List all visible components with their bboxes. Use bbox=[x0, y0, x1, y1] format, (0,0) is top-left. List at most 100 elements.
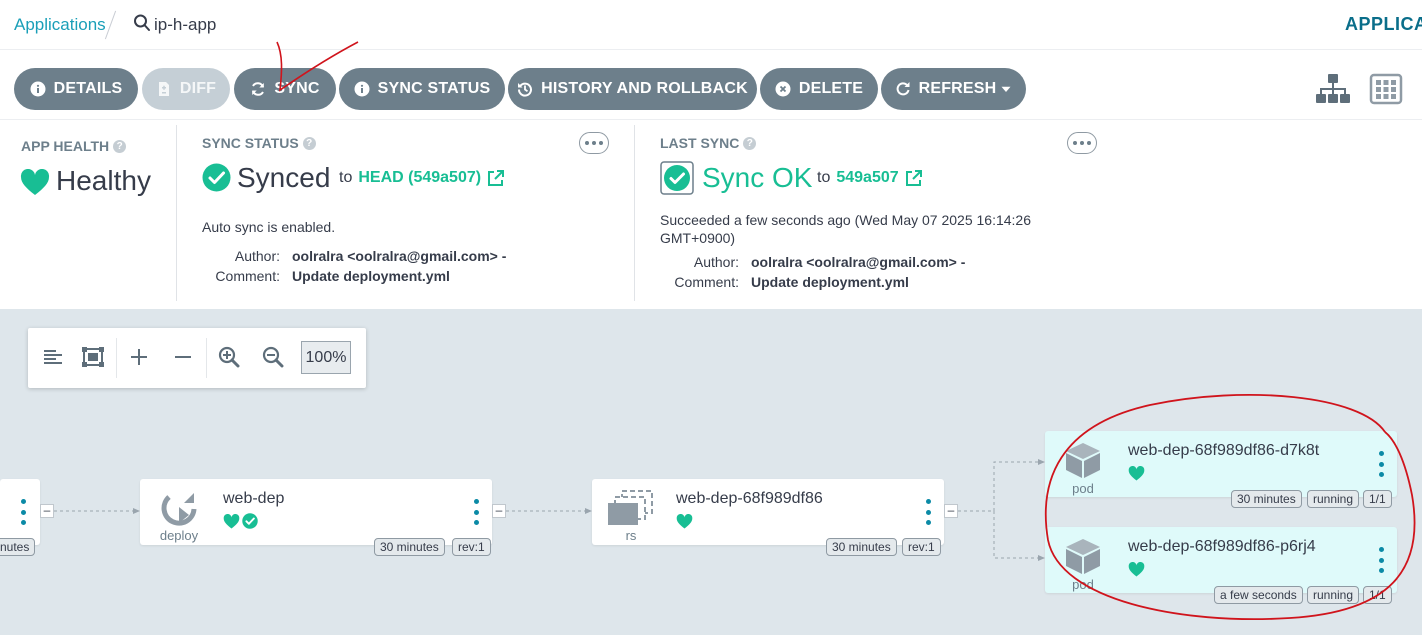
collapse-toggle[interactable]: – bbox=[492, 504, 506, 518]
last-sync-label: LAST SYNC ? bbox=[660, 135, 757, 151]
minus-icon bbox=[175, 356, 191, 358]
sync-status-value: Synced bbox=[237, 162, 331, 193]
comment-value: Update deployment.yml bbox=[751, 274, 909, 290]
heart-icon bbox=[1128, 466, 1145, 481]
last-sync-value: Sync OK bbox=[702, 162, 813, 193]
node-menu-icon[interactable] bbox=[19, 499, 27, 525]
info-icon bbox=[354, 81, 370, 97]
sync-button[interactable]: SYNC bbox=[234, 68, 336, 110]
diff-button[interactable]: DIFF bbox=[142, 68, 230, 110]
refresh-icon bbox=[896, 82, 910, 96]
node-name: web-dep-68f989df86-p6rj4 bbox=[1128, 538, 1316, 555]
tree-view-icon[interactable] bbox=[1315, 72, 1351, 106]
breadcrumb-applications-link[interactable]: Applications bbox=[14, 15, 106, 35]
app-health-label: APP HEALTH ? bbox=[21, 138, 127, 154]
external-link-icon[interactable] bbox=[487, 169, 505, 187]
caret-down-icon bbox=[1001, 86, 1011, 92]
history-icon bbox=[518, 82, 533, 97]
node-status-tag: running bbox=[1307, 490, 1360, 508]
resource-node-partial[interactable]: nutes bbox=[0, 479, 40, 556]
resource-node-deploy[interactable]: deploy web-dep 30 minutes rev:1 bbox=[140, 479, 492, 556]
collapse-toggle[interactable]: – bbox=[40, 504, 54, 518]
align-left-icon bbox=[44, 350, 62, 364]
close-circle-icon bbox=[775, 81, 791, 97]
zoom-toolbar: 100% bbox=[28, 328, 366, 388]
breadcrumb-app-name: ip-h-app bbox=[154, 15, 217, 34]
sync-label: SYNC bbox=[274, 80, 320, 97]
zoom-in-icon bbox=[218, 346, 240, 368]
check-square-icon bbox=[660, 161, 694, 195]
node-age-tag: 30 minutes bbox=[374, 538, 445, 556]
zoom-out-button[interactable] bbox=[260, 344, 286, 370]
app-health-label-text: APP HEALTH bbox=[21, 138, 110, 154]
zoom-level: 100% bbox=[301, 341, 351, 374]
resource-node-replicaset[interactable]: rs web-dep-68f989df86 30 minutes rev:1 bbox=[592, 479, 944, 556]
search-icon[interactable] bbox=[133, 13, 151, 33]
node-revision-tag: rev:1 bbox=[902, 538, 941, 556]
sync-revision-link[interactable]: HEAD (549a507) bbox=[358, 169, 481, 187]
pod-cube-icon bbox=[1066, 539, 1100, 574]
delete-label: DELETE bbox=[798, 80, 864, 97]
history-rollback-button[interactable]: HISTORY AND ROLLBACK bbox=[508, 68, 757, 110]
column-divider bbox=[176, 125, 177, 301]
sync-status-label-text: SYNC STATUS bbox=[202, 135, 299, 151]
node-menu-icon[interactable] bbox=[924, 499, 932, 525]
collapse-toggle[interactable]: – bbox=[944, 504, 958, 518]
grid-view-icon[interactable] bbox=[1368, 72, 1404, 106]
author-value: oolralra <oolralra@gmail.com> - bbox=[292, 248, 507, 264]
last-sync-revision-link[interactable]: 549a507 bbox=[836, 169, 898, 187]
sync-icon bbox=[252, 82, 265, 96]
comment-label: Comment: bbox=[674, 274, 739, 290]
node-age-tag: nutes bbox=[0, 538, 36, 556]
help-icon[interactable]: ? bbox=[302, 136, 316, 150]
succeeded-text-line2: GMT+0900) bbox=[660, 230, 736, 246]
toolbar-divider bbox=[206, 338, 207, 378]
author-value: oolralra <oolralra@gmail.com> - bbox=[751, 254, 966, 270]
fit-screen-button[interactable] bbox=[80, 344, 106, 370]
details-button[interactable]: DETAILS bbox=[14, 68, 138, 110]
sync-status-more-button[interactable] bbox=[579, 132, 609, 154]
last-sync-to-text: to bbox=[817, 169, 831, 186]
delete-button[interactable]: DELETE bbox=[760, 68, 878, 110]
plus-icon bbox=[131, 349, 147, 365]
node-menu-icon[interactable] bbox=[1377, 547, 1385, 573]
resource-tree-canvas[interactable]: 100% nutes – deploy web-dep 30 minutes r… bbox=[0, 309, 1422, 635]
node-name: web-dep bbox=[223, 490, 285, 507]
zoom-out-icon bbox=[262, 346, 284, 368]
resource-node-pod[interactable]: pod web-dep-68f989df86-d7k8t 30 minutes … bbox=[1045, 431, 1397, 508]
comment-value: Update deployment.yml bbox=[292, 268, 450, 284]
node-kind: pod bbox=[1072, 577, 1094, 592]
node-kind: pod bbox=[1072, 481, 1094, 496]
heart-icon bbox=[1128, 562, 1145, 577]
node-kind: rs bbox=[625, 528, 637, 543]
check-circle-icon bbox=[242, 513, 258, 529]
node-age-tag: a few seconds bbox=[1214, 586, 1303, 604]
status-panel: APP HEALTH ? Healthy SYNC STATUS ? Synce… bbox=[0, 121, 1422, 309]
comment-label: Comment: bbox=[215, 268, 280, 284]
zoom-in-button[interactable] bbox=[216, 344, 242, 370]
node-ready-tag: 1/1 bbox=[1363, 490, 1392, 508]
last-sync-more-button[interactable] bbox=[1067, 132, 1097, 154]
toolbar: DETAILS DIFF SYNC SYNC STATUS HISTORY AN… bbox=[0, 58, 1422, 120]
sync-status-button[interactable]: SYNC STATUS bbox=[339, 68, 505, 110]
node-menu-icon[interactable] bbox=[472, 499, 480, 525]
heart-icon bbox=[20, 169, 50, 195]
breadcrumb-separator bbox=[104, 10, 117, 40]
collapse-button[interactable] bbox=[170, 344, 196, 370]
diff-label: DIFF bbox=[179, 80, 217, 97]
refresh-button[interactable]: REFRESH bbox=[881, 68, 1026, 110]
page-title: APPLICA bbox=[1345, 14, 1422, 34]
align-left-button[interactable] bbox=[40, 344, 66, 370]
help-icon[interactable]: ? bbox=[743, 136, 757, 150]
help-icon[interactable]: ? bbox=[113, 139, 127, 153]
external-link-icon[interactable] bbox=[905, 169, 922, 187]
auto-sync-text: Auto sync is enabled. bbox=[202, 219, 336, 235]
details-label: DETAILS bbox=[53, 80, 123, 97]
deploy-icon bbox=[161, 493, 197, 526]
expand-button[interactable] bbox=[126, 344, 152, 370]
node-name: web-dep-68f989df86-d7k8t bbox=[1128, 442, 1320, 459]
author-label: Author: bbox=[234, 248, 280, 264]
resource-node-pod[interactable]: pod web-dep-68f989df86-p6rj4 a few secon… bbox=[1045, 527, 1397, 604]
sync-status-section-label: SYNC STATUS ? bbox=[202, 135, 316, 151]
node-menu-icon[interactable] bbox=[1377, 451, 1385, 477]
